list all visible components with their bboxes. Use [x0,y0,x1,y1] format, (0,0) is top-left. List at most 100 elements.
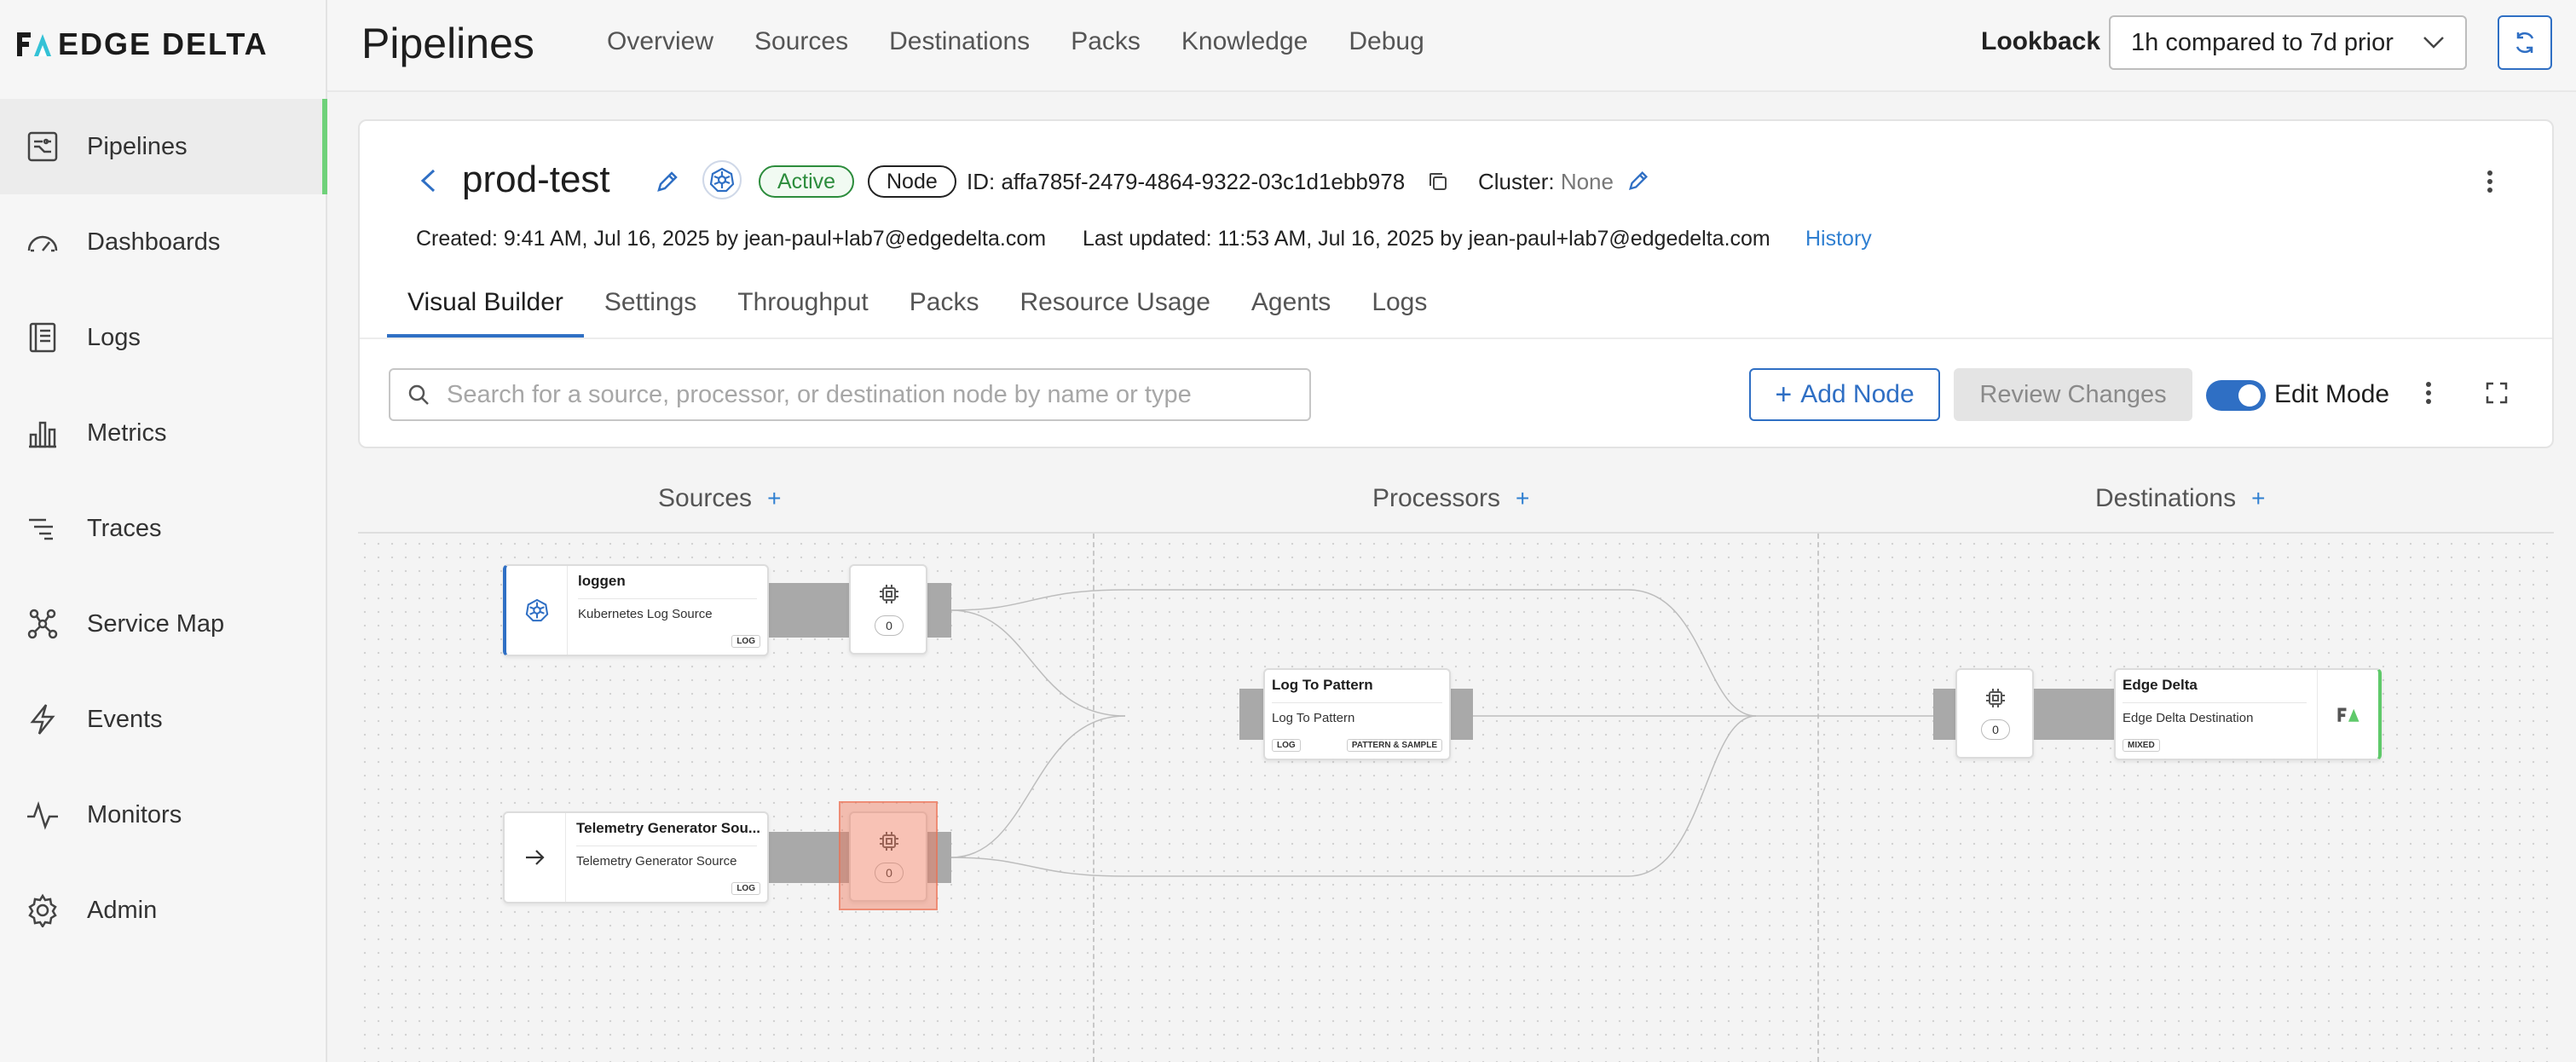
node-subtitle: Log To Pattern [1272,711,1355,725]
connection-lines [950,589,1933,877]
history-link[interactable]: History [1805,227,1872,251]
tab-settings[interactable]: Settings [584,285,717,338]
add-node-button[interactable]: + Add Node [1749,368,1940,421]
pencil-icon[interactable] [655,169,680,199]
edge-delta-logo-icon [2317,670,2378,759]
sidebar-item-service-map[interactable]: Service Map [0,576,327,672]
pipeline-name: prod-test [462,159,610,200]
cluster-pencil-icon[interactable] [1626,169,1650,197]
divider [578,598,757,599]
sidebar-item-label: Traces [87,514,162,542]
node-tag: PATTERN & SAMPLE [1346,739,1442,752]
sidebar-item-logs[interactable]: Logs [0,290,327,385]
search-box[interactable] [389,368,1311,421]
more-options-icon[interactable] [2486,169,2494,199]
pack-count: 0 [875,615,904,636]
top-header: Pipelines Overview Sources Destinations … [327,0,2576,92]
tab-throughput[interactable]: Throughput [717,285,888,338]
connector-bar [924,583,951,638]
fullscreen-icon[interactable] [2486,382,2508,408]
chip-icon [878,583,900,609]
dashboard-icon [24,223,61,261]
logs-icon [24,319,61,356]
edge-loggen-to-pattern [950,609,1126,717]
pipeline-card: prod-test Active Node ID: affa785f-2479-… [358,119,2554,448]
tab-sources[interactable]: Sources [754,27,848,56]
destination-node-edge-delta[interactable]: Edge Delta Edge Delta Destination MIXED [2114,668,2382,760]
page-title: Pipelines [361,20,534,67]
refresh-button[interactable] [2498,15,2552,70]
tab-visual-builder[interactable]: Visual Builder [387,285,584,338]
top-tabs: Overview Sources Destinations Packs Know… [607,27,1424,56]
lookback-select[interactable]: 1h compared to 7d prior [2109,15,2467,70]
tab-packs[interactable]: Packs [889,285,1000,338]
id-value: affa785f-2479-4864-9322-03c1d1ebb978 [1001,169,1406,194]
node-title: loggen [578,573,626,589]
lookback-value: 1h compared to 7d prior [2131,28,2394,56]
tab-debug[interactable]: Debug [1349,27,1424,56]
sidebar-item-traces[interactable]: Traces [0,481,327,576]
cluster-info: Cluster: None [1478,169,1614,195]
source-node-telemetry-generator[interactable]: Telemetry Generator Sou... Telemetry Gen… [503,811,769,903]
kubernetes-icon [506,566,568,655]
edge-delta-logo[interactable]: EDGE DELTA [15,26,269,63]
back-button[interactable] [411,164,445,198]
node-tag: LOG [731,635,760,648]
source-node-loggen[interactable]: loggen Kubernetes Log Source LOG [503,564,769,656]
tab-overview[interactable]: Overview [607,27,713,56]
kubernetes-icon [702,160,742,199]
tab-resource-usage[interactable]: Resource Usage [999,285,1230,338]
card-tabs: Visual Builder Settings Throughput Packs… [387,285,1447,338]
edit-mode-toggle[interactable] [2206,380,2266,411]
sidebar-item-metrics[interactable]: Metrics [0,385,327,481]
service-map-icon [24,605,61,643]
traces-icon [24,510,61,547]
edit-mode-label: Edit Mode [2274,380,2390,408]
node-tag: LOG [1272,739,1301,752]
id-label: ID: [967,169,996,194]
sidebar-item-pipelines[interactable]: Pipelines [0,99,327,194]
cluster-value: None [1560,169,1614,194]
divider [360,338,2552,339]
sidebar: EDGE DELTA Pipelines Dashboards Logs Met… [0,0,327,1062]
sidebar-item-label: Metrics [87,418,167,447]
sidebar-item-dashboards[interactable]: Dashboards [0,194,327,290]
divider [2123,702,2307,703]
sidebar-item-admin[interactable]: Admin [0,863,327,958]
search-input[interactable] [447,380,1265,409]
pack-slot[interactable]: 0 [1955,668,2034,759]
processor-node-log-to-pattern[interactable]: Log To Pattern Log To Pattern LOG PATTER… [1263,668,1451,760]
sidebar-item-label: Dashboards [87,228,221,256]
drop-target-highlight [839,801,938,910]
logo-text: EDGE DELTA [58,26,269,61]
sidebar-item-label: Logs [87,323,141,351]
pack-count: 0 [1981,719,2010,740]
updated-info: Last updated: 11:53 AM, Jul 16, 2025 by … [1083,227,1770,251]
sidebar-item-monitors[interactable]: Monitors [0,767,327,863]
tab-agents[interactable]: Agents [1231,285,1351,338]
toolbar-more-options-icon[interactable] [2424,380,2433,410]
chevron-left-icon [420,169,436,193]
events-icon [24,701,61,738]
metrics-icon [24,414,61,452]
created-info: Created: 9:41 AM, Jul 16, 2025 by jean-p… [416,227,1047,251]
copy-icon[interactable] [1427,170,1449,197]
pipeline-canvas[interactable]: Sources + Processors + Destinations + lo… [358,469,2554,1062]
sidebar-item-events[interactable]: Events [0,672,327,767]
gear-icon [24,892,61,929]
review-changes-button[interactable]: Review Changes [1954,368,2192,421]
connector-bar [2034,689,2116,740]
pack-slot[interactable]: 0 [849,564,927,655]
sidebar-item-label: Pipelines [87,132,188,160]
sidebar-item-label: Admin [87,896,158,924]
refresh-icon [2515,32,2534,54]
tab-knowledge[interactable]: Knowledge [1181,27,1308,56]
node-title: Telemetry Generator Sou... [576,820,761,836]
monitors-icon [24,796,61,834]
tab-packs[interactable]: Packs [1071,27,1141,56]
node-title: Log To Pattern [1272,677,1373,693]
tab-destinations[interactable]: Destinations [889,27,1030,56]
node-subtitle: Kubernetes Log Source [578,607,713,621]
tab-logs[interactable]: Logs [1351,285,1447,338]
chip-icon [1984,687,2007,713]
